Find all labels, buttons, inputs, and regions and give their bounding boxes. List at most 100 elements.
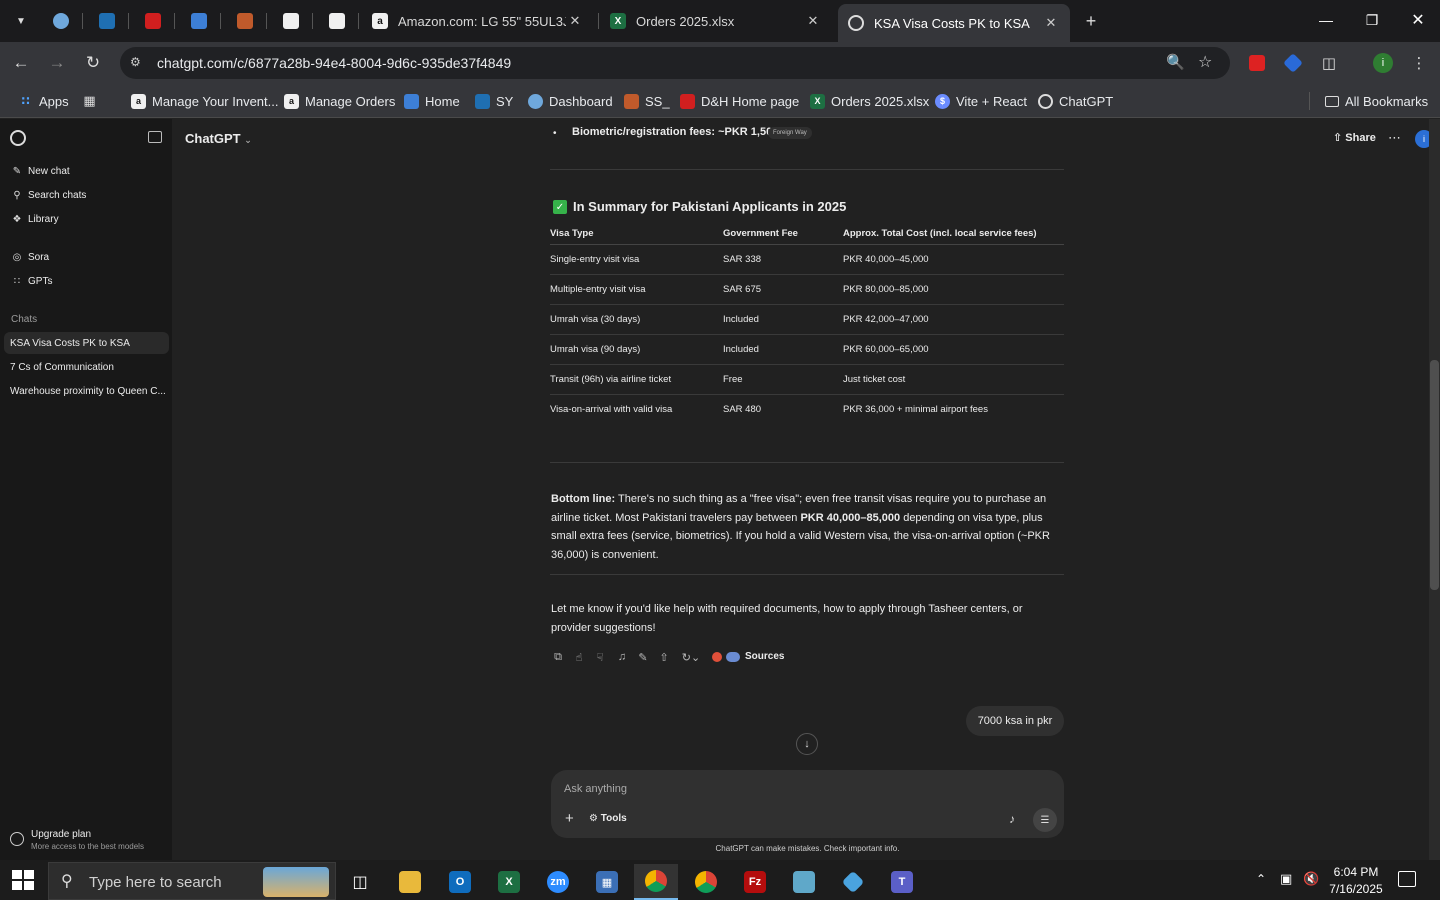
- bookmark-home[interactable]: Home: [404, 92, 460, 110]
- tab-amazon[interactable]: a Amazon.com: LG 55" 55UL3J-E ✕: [362, 6, 594, 36]
- back-button[interactable]: ←: [8, 51, 34, 75]
- windows-start-icon[interactable]: [12, 870, 34, 890]
- all-bookmarks-button[interactable]: All Bookmarks: [1325, 92, 1428, 110]
- copy-icon[interactable]: ⧉: [551, 650, 565, 664]
- chat-item-warehouse[interactable]: Warehouse proximity to Queen C...: [4, 380, 169, 402]
- model-selector[interactable]: ChatGPT ⌄: [185, 131, 252, 146]
- read-aloud-icon[interactable]: ♫: [615, 650, 629, 664]
- regenerate-icon[interactable]: ↻⌄: [680, 650, 702, 664]
- edit-icon[interactable]: ✎: [636, 650, 650, 664]
- close-icon[interactable]: ✕: [566, 13, 584, 29]
- home-icon: [404, 93, 419, 109]
- sources-button[interactable]: Sources: [745, 651, 784, 662]
- pinned-tab-5[interactable]: [230, 8, 260, 34]
- pdf-extension-icon[interactable]: [1246, 52, 1268, 74]
- address-bar[interactable]: ⚙ chatgpt.com/c/6877a28b-94e4-8004-9d6c-…: [120, 47, 1230, 79]
- prompt-input[interactable]: [564, 780, 994, 798]
- tools-button[interactable]: ⚙ Tools: [589, 813, 627, 824]
- close-icon[interactable]: ✕: [1042, 15, 1060, 31]
- chat-item-7cs[interactable]: 7 Cs of Communication: [4, 356, 169, 378]
- notifications-icon[interactable]: [1398, 871, 1416, 887]
- tab-ksa-visa[interactable]: KSA Visa Costs PK to KSA ✕: [838, 4, 1070, 42]
- table-header-row: Visa Type Government Fee Approx. Total C…: [550, 224, 1064, 245]
- chat-item-ksa-visa[interactable]: KSA Visa Costs PK to KSA: [4, 332, 169, 354]
- start-pane: [24, 870, 34, 879]
- share-icon[interactable]: ⇧: [657, 650, 671, 664]
- scrollbar-thumb[interactable]: [1430, 360, 1439, 590]
- new-tab-button[interactable]: +: [1076, 8, 1106, 34]
- calculator-app[interactable]: ▦: [585, 864, 629, 900]
- zoom-app[interactable]: zm: [536, 864, 580, 900]
- extensions-puzzle-icon[interactable]: ◫: [1318, 52, 1340, 74]
- browser-menu-icon[interactable]: ⋮: [1408, 52, 1430, 74]
- add-attachment-icon[interactable]: +: [565, 810, 574, 827]
- close-sidebar-icon[interactable]: [148, 131, 162, 143]
- sora-button[interactable]: ◎ Sora: [11, 252, 50, 263]
- bookmark-tab-groups[interactable]: ▦: [82, 92, 103, 110]
- extension-icon[interactable]: [1282, 52, 1304, 74]
- network-icon[interactable]: ▣: [1280, 871, 1292, 887]
- tab-orders[interactable]: X Orders 2025.xlsx ✕: [600, 6, 832, 36]
- dh-icon: [145, 13, 161, 29]
- pinned-tab-2[interactable]: [92, 8, 122, 34]
- chrome-profile-app[interactable]: [684, 864, 728, 900]
- bookmark-vite-react[interactable]: $ Vite + React: [935, 92, 1027, 110]
- pinned-tab-7[interactable]: [322, 8, 352, 34]
- share-button[interactable]: ⇧ Share: [1333, 131, 1376, 144]
- reload-button[interactable]: ↻: [80, 51, 106, 75]
- microphone-icon[interactable]: ♪: [1009, 812, 1015, 826]
- notes-app[interactable]: [782, 864, 826, 900]
- new-chat-button[interactable]: ✎ New chat: [11, 166, 70, 177]
- excel-app[interactable]: X: [487, 864, 531, 900]
- tab-separator: [220, 13, 221, 29]
- chrome-app[interactable]: [634, 864, 678, 900]
- outlook-app[interactable]: O: [438, 864, 482, 900]
- chevron-up-icon[interactable]: ⌃: [1256, 872, 1266, 886]
- bookmark-apps[interactable]: ∷ Apps: [18, 92, 68, 110]
- restore-button[interactable]: ❐: [1352, 8, 1392, 32]
- source-favicon-icon: [712, 652, 722, 662]
- bookmark-ss[interactable]: SS_: [624, 92, 670, 110]
- system-clock[interactable]: 6:04 PM 7/16/2025: [1326, 864, 1386, 898]
- bookmark-orders-xlsx[interactable]: X Orders 2025.xlsx: [810, 92, 929, 110]
- upgrade-plan-button[interactable]: Upgrade plan: [31, 829, 91, 840]
- search-chats-button[interactable]: ⚲ Search chats: [11, 190, 86, 201]
- bookmark-manage-orders[interactable]: a Manage Orders: [284, 92, 395, 110]
- pinned-tab-3[interactable]: [138, 8, 168, 34]
- app-diamond[interactable]: [831, 864, 875, 900]
- zoom-icon[interactable]: 🔍: [1166, 53, 1185, 71]
- thumbs-down-icon[interactable]: ☟: [593, 650, 607, 664]
- more-options-icon[interactable]: ⋯: [1388, 130, 1401, 146]
- file-explorer-app[interactable]: [388, 864, 432, 900]
- gpts-button[interactable]: ∷ GPTs: [11, 276, 53, 287]
- bookmark-sy[interactable]: SY: [475, 92, 513, 110]
- teams-app[interactable]: T: [880, 864, 924, 900]
- bookmark-star-icon[interactable]: ☆: [1198, 52, 1212, 72]
- taskbar-search[interactable]: ⚲ Type here to search: [48, 862, 336, 900]
- close-window-button[interactable]: ✕: [1398, 8, 1438, 32]
- bookmark-dashboard[interactable]: Dashboard: [528, 92, 613, 110]
- bookmark-label: Manage Orders: [305, 93, 396, 109]
- bookmark-dh-home[interactable]: D&H Home page: [680, 92, 799, 110]
- scroll-down-button[interactable]: ↓: [796, 733, 818, 755]
- thumbs-up-icon[interactable]: ☝: [572, 650, 586, 664]
- filezilla-app[interactable]: Fz: [733, 864, 777, 900]
- minimize-button[interactable]: —: [1306, 8, 1346, 32]
- forward-button[interactable]: →: [44, 51, 70, 75]
- volume-muted-icon[interactable]: 🔇: [1303, 871, 1319, 887]
- bookmark-label: All Bookmarks: [1345, 93, 1429, 109]
- pinned-tab-1[interactable]: [46, 8, 76, 34]
- task-view-button[interactable]: ◫: [338, 864, 382, 900]
- bookmark-manage-inventory[interactable]: a Manage Your Invent...: [131, 92, 278, 110]
- bookmark-chatgpt[interactable]: ChatGPT: [1038, 92, 1113, 110]
- library-button[interactable]: ❖ Library: [11, 214, 59, 225]
- chatgpt-logo-icon[interactable]: [10, 130, 26, 146]
- profile-avatar[interactable]: i: [1372, 52, 1394, 74]
- site-settings-icon[interactable]: ⚙: [130, 55, 141, 69]
- close-icon[interactable]: ✕: [804, 13, 822, 29]
- source-chip[interactable]: Foreign Way: [768, 127, 812, 139]
- tab-search-dropdown[interactable]: ▼: [6, 8, 36, 34]
- voice-mode-button[interactable]: ☰: [1033, 808, 1057, 832]
- pinned-tab-4[interactable]: [184, 8, 214, 34]
- pinned-tab-6[interactable]: [276, 8, 306, 34]
